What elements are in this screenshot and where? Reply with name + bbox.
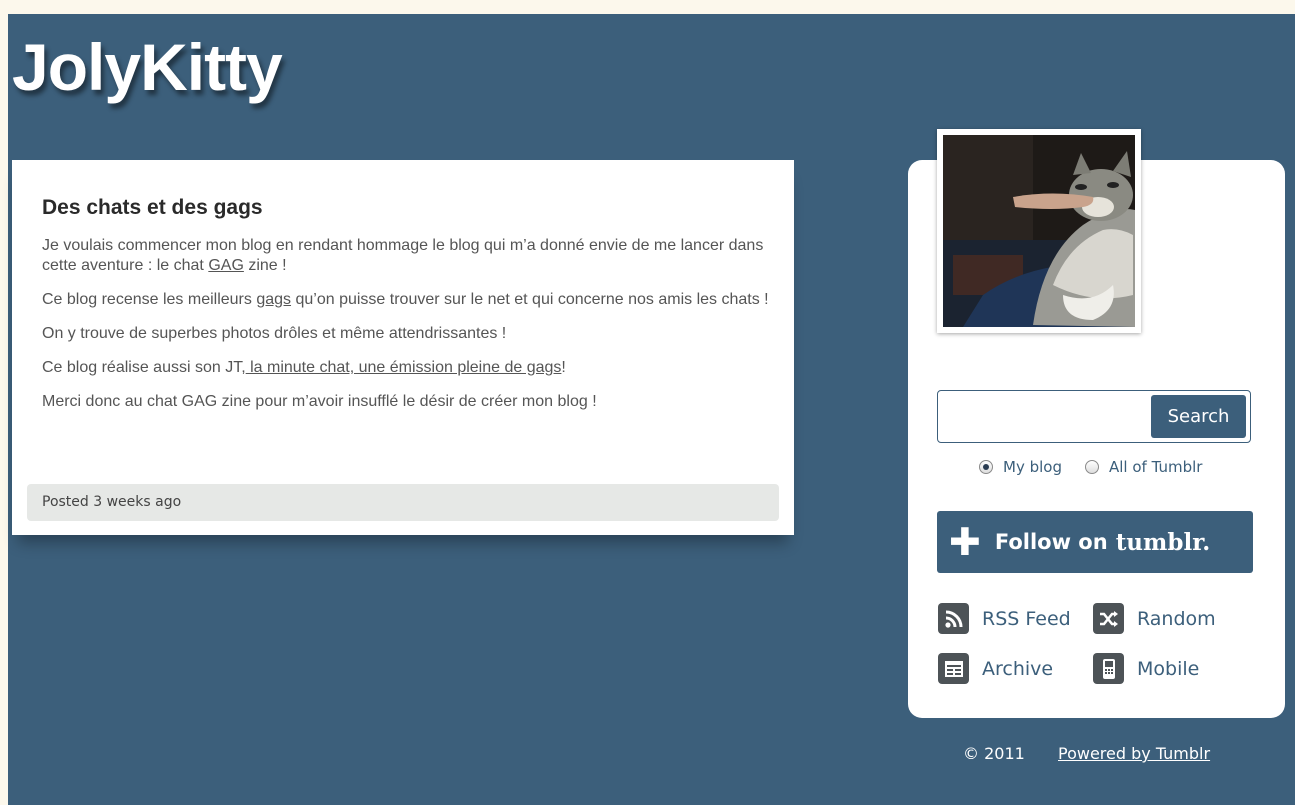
follow-label: Follow on	[994, 530, 1108, 554]
avatar[interactable]	[937, 129, 1141, 333]
mobile-link[interactable]: Mobile	[1093, 653, 1199, 684]
gag-link[interactable]: GAG	[208, 257, 244, 274]
paragraph-text: Ce blog recense les meilleurs	[42, 291, 257, 308]
post-footer: Posted 3 weeks ago	[27, 484, 779, 521]
rss-feed-label: RSS Feed	[982, 607, 1071, 630]
archive-label: Archive	[982, 657, 1054, 680]
archive-icon	[938, 653, 969, 684]
mobile-label: Mobile	[1137, 657, 1200, 680]
post-paragraph: Ce blog recense les meilleurs gags qu’on…	[42, 290, 772, 310]
my-blog-radio[interactable]	[979, 460, 993, 474]
search-button[interactable]: Search	[1151, 395, 1246, 438]
all-tumblr-radio[interactable]	[1085, 460, 1099, 474]
my-blog-label: My blog	[1003, 458, 1062, 476]
post-card: Des chats et des gags Je voulais commenc…	[12, 160, 794, 535]
all-tumblr-label: All of Tumblr	[1109, 458, 1203, 476]
blog-title[interactable]: JolyKitty	[12, 34, 283, 100]
tumblr-brand: tumblr.	[1115, 528, 1211, 556]
post-paragraph: Je voulais commencer mon blog en rendant…	[42, 236, 772, 276]
paragraph-text: qu’on puisse trouver sur le net et qui c…	[291, 291, 769, 308]
shuffle-icon	[1093, 603, 1124, 634]
post-paragraph: On y trouve de superbes photos drôles et…	[42, 325, 507, 342]
plus-icon: ✚	[949, 520, 981, 564]
paragraph-text: zine !	[243, 257, 287, 274]
copyright: © 2011	[963, 744, 1025, 763]
search-form: Search	[937, 390, 1251, 443]
powered-by-tumblr-link[interactable]: Powered by Tumblr	[1058, 744, 1210, 763]
cat-photo	[943, 135, 1135, 327]
post-body: Je voulais commencer mon blog en rendant…	[42, 236, 772, 426]
post-paragraph: Merci donc au chat GAG zine pour m’avoir…	[42, 393, 597, 410]
scope-my-blog[interactable]: My blog	[979, 458, 1062, 476]
paragraph-text: Ce blog réalise aussi son JT,	[42, 359, 246, 376]
follow-button[interactable]: ✚ Follow on tumblr.	[937, 511, 1253, 573]
paragraph-text: !	[561, 359, 566, 376]
random-link[interactable]: Random	[1093, 603, 1216, 634]
scope-all-tumblr[interactable]: All of Tumblr	[1085, 458, 1202, 476]
search-input[interactable]	[941, 394, 1150, 441]
gags-link[interactable]: gags	[256, 291, 291, 308]
random-label: Random	[1137, 607, 1216, 630]
mobile-icon	[1093, 653, 1124, 684]
post-paragraph: Ce blog réalise aussi son JT, la minute …	[42, 358, 772, 378]
rss-feed-link[interactable]: RSS Feed	[938, 603, 1071, 634]
minute-chat-link[interactable]: la minute chat, une émission pleine de g…	[246, 359, 561, 376]
rss-icon	[938, 603, 969, 634]
archive-link[interactable]: Archive	[938, 653, 1053, 684]
paragraph-text: Je voulais commencer mon blog en rendant…	[42, 237, 764, 274]
post-title: Des chats et des gags	[42, 196, 263, 219]
post-date[interactable]: Posted 3 weeks ago	[42, 494, 181, 510]
